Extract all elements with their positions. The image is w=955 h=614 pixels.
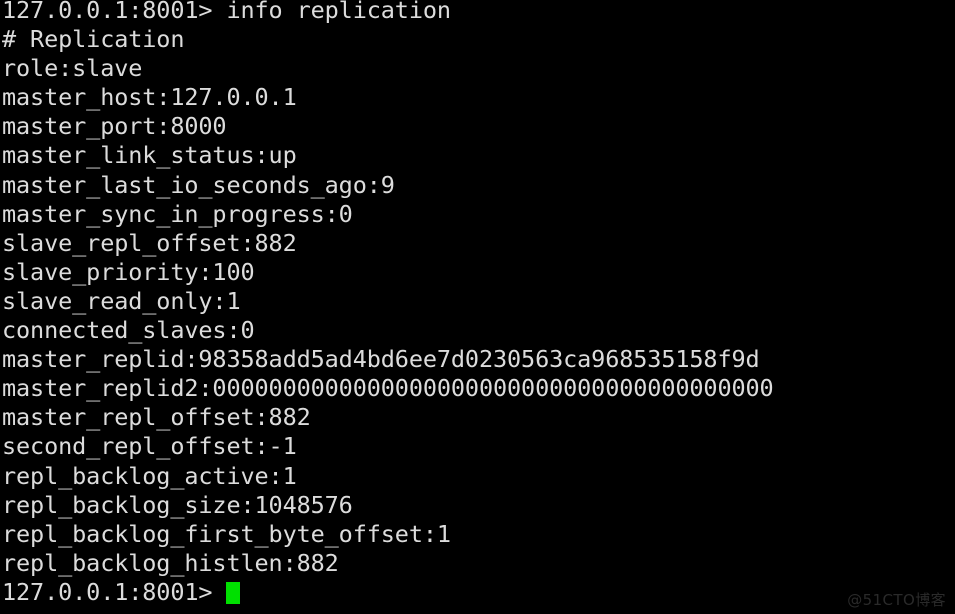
terminal-line-repl-backlog-size: repl_backlog_size:1048576	[2, 490, 353, 519]
terminal-line-master-repl-offset: master_repl_offset:882	[2, 403, 311, 432]
terminal-line-repl-backlog-active: repl_backlog_active:1	[2, 461, 297, 490]
terminal-line-master-replid2: master_replid2:0000000000000000000000000…	[2, 374, 774, 403]
terminal-line-master-link-status: master_link_status:up	[2, 141, 297, 170]
terminal-line-master-replid: master_replid:98358add5ad4bd6ee7d0230563…	[2, 345, 760, 374]
terminal-line-master-last-io-seconds-ago: master_last_io_seconds_ago:9	[2, 170, 395, 199]
terminal-line-connected-slaves: connected_slaves:0	[2, 316, 255, 345]
terminal-line-slave-read-only: slave_read_only:1	[2, 286, 241, 315]
terminal-output-screen: 127.0.0.1:8001> info replication # Repli…	[0, 0, 955, 607]
terminal-line-role: role:slave	[2, 54, 143, 83]
terminal-line-slave-priority: slave_priority:100	[2, 257, 255, 286]
terminal-line-slave-repl-offset: slave_repl_offset:882	[2, 228, 297, 257]
terminal-line-master-host: master_host:127.0.0.1	[2, 83, 297, 112]
prompt-text: 127.0.0.1:8001>	[2, 577, 227, 606]
terminal-line-second-repl-offset: second_repl_offset:-1	[2, 432, 297, 461]
terminal-line-repl-backlog-histlen: repl_backlog_histlen:882	[2, 548, 339, 577]
terminal-line-master-sync-in-progress: master_sync_in_progress:0	[2, 199, 353, 228]
terminal-line-section-header: # Replication	[2, 25, 185, 54]
terminal-line-repl-backlog-first-byte-offset: repl_backlog_first_byte_offset:1	[2, 519, 451, 548]
terminal-line-master-port: master_port:8000	[2, 112, 227, 141]
terminal-window[interactable]: 127.0.0.1:8001> info replication # Repli…	[0, 0, 955, 614]
text-cursor	[226, 581, 241, 604]
terminal-line-command: 127.0.0.1:8001> info replication	[2, 0, 451, 24]
terminal-prompt-line[interactable]: 127.0.0.1:8001>	[0, 578, 955, 607]
watermark-label: @51CTO博客	[847, 591, 946, 609]
